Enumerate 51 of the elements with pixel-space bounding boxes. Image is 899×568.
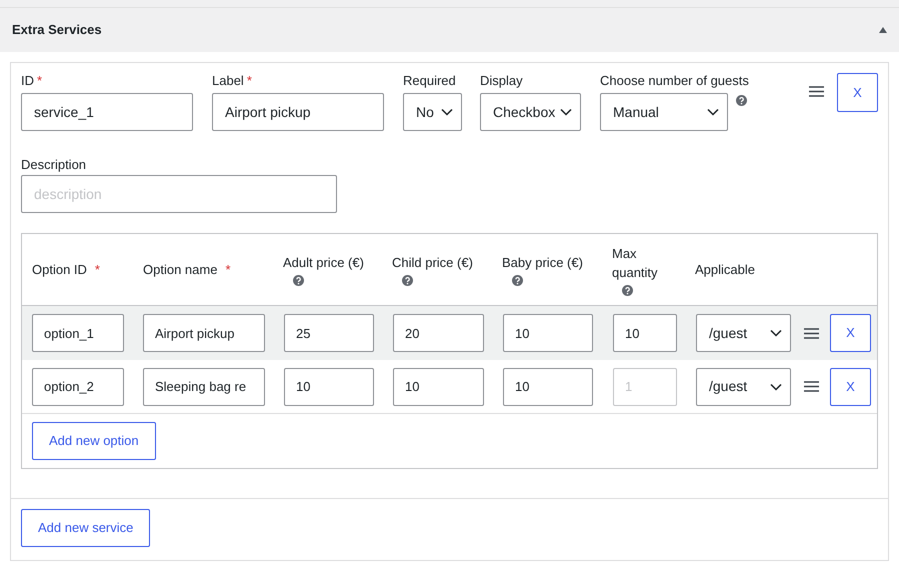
field-label: Description (21, 156, 88, 171)
input-field[interactable]: option_2 (32, 368, 124, 406)
input-field[interactable]: 10 (613, 314, 677, 352)
input-field[interactable]: 10 (503, 314, 593, 352)
required-asterisk: * (225, 261, 230, 279)
input-field[interactable]: 20 (393, 314, 484, 352)
input-field[interactable]: service_1 (21, 93, 193, 131)
drag-handle-icon (804, 381, 819, 392)
input-field[interactable]: Airport pickup (143, 314, 265, 352)
input-field[interactable]: 10 (503, 368, 593, 406)
column-header: Max quantity (612, 244, 659, 282)
chevron-down-icon (770, 329, 782, 337)
select-field[interactable]: Manual (600, 93, 728, 131)
required-asterisk: * (94, 261, 100, 279)
required-asterisk: * (246, 72, 252, 90)
required-asterisk: * (37, 72, 42, 90)
select-field[interactable]: /guest (696, 314, 791, 352)
chevron-down-icon (770, 382, 782, 390)
field-label: ID (21, 72, 34, 90)
input-field[interactable]: 25 (284, 314, 374, 352)
select-field[interactable]: No (403, 93, 462, 131)
input-field[interactable]: 1 (613, 368, 677, 406)
column-header: Option ID (32, 261, 87, 279)
column-header: Child price (€) (392, 254, 473, 272)
column-header: Baby price (€) (502, 254, 583, 272)
drag-handle-icon (804, 328, 819, 338)
remove-option-button[interactable]: X (830, 314, 871, 352)
remove-service-button[interactable]: X (837, 73, 878, 112)
add-option-button[interactable]: Add new option (32, 422, 156, 460)
remove-option-button[interactable]: X (830, 368, 871, 406)
input-field[interactable]: Airport pickup (212, 93, 384, 131)
chevron-down-icon (441, 108, 453, 116)
column-header: Applicable (695, 261, 755, 279)
drag-handle-icon (809, 86, 824, 97)
column-header: Adult price (€) (283, 254, 364, 272)
input-field[interactable]: 10 (284, 368, 374, 406)
field-label: Choose number of guests (600, 72, 749, 90)
chevron-down-icon (707, 108, 719, 116)
input-field[interactable]: option_1 (32, 314, 124, 352)
select-field[interactable]: /guest (696, 368, 791, 406)
input-field[interactable]: 10 (393, 368, 484, 406)
input-field[interactable]: description (21, 175, 337, 213)
input-field[interactable]: Sleeping bag re (143, 368, 265, 406)
field-label: Label (212, 72, 244, 90)
select-field[interactable]: Checkbox (480, 93, 581, 131)
chevron-down-icon (560, 108, 572, 116)
add-service-button[interactable]: Add new service (21, 509, 150, 547)
panel-title: Extra Services (12, 21, 102, 40)
column-header: Option name (143, 261, 218, 279)
field-label: Required (403, 72, 456, 90)
field-label: Display (480, 72, 523, 90)
